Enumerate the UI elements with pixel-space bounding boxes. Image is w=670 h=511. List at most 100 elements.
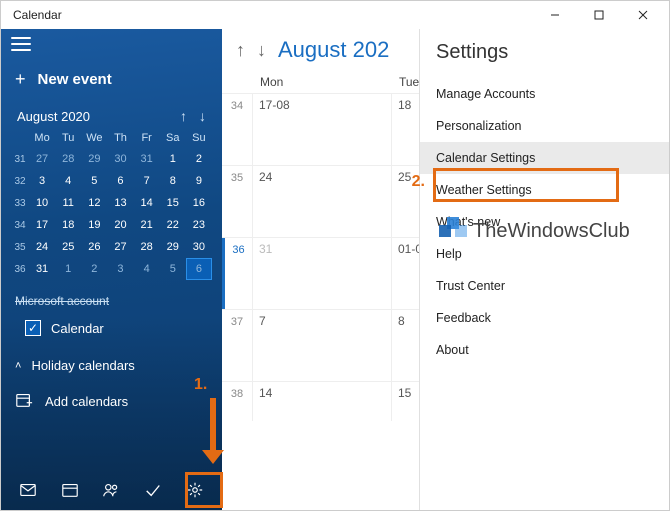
mini-day-cell[interactable]: 3 bbox=[107, 258, 133, 280]
calendar-day-cell[interactable]: 31 bbox=[252, 238, 391, 309]
settings-item[interactable]: Trust Center bbox=[436, 270, 653, 302]
title-bar: Calendar bbox=[1, 1, 669, 29]
mini-day-cell[interactable]: 13 bbox=[107, 192, 133, 214]
mini-day-cell[interactable]: 2 bbox=[81, 258, 107, 280]
settings-item[interactable]: Personalization bbox=[436, 110, 653, 142]
calendar-column-header: Mon bbox=[252, 71, 391, 93]
mini-week-row: 3417181920212223 bbox=[11, 214, 212, 236]
maximize-button[interactable] bbox=[577, 1, 621, 29]
mail-icon[interactable] bbox=[11, 473, 45, 507]
settings-item[interactable]: About bbox=[436, 334, 653, 366]
mini-day-cell[interactable]: 5 bbox=[160, 258, 186, 280]
mini-day-cell[interactable]: 24 bbox=[29, 236, 55, 258]
add-calendars-button[interactable]: Add calendars bbox=[1, 383, 222, 420]
calendar-week-number: 36 bbox=[222, 238, 252, 309]
calendar-day-cell[interactable]: 7 bbox=[252, 310, 391, 381]
calendar-week-number: 38 bbox=[222, 382, 252, 421]
mini-dow: Su bbox=[186, 132, 212, 144]
mini-day-cell[interactable]: 2 bbox=[186, 148, 212, 170]
mini-day-cell[interactable]: 6 bbox=[186, 258, 212, 280]
mini-day-cell[interactable]: 31 bbox=[134, 148, 160, 170]
mini-day-cell[interactable]: 1 bbox=[55, 258, 81, 280]
hamburger-icon[interactable] bbox=[11, 37, 31, 51]
mini-day-cell[interactable]: 6 bbox=[107, 170, 133, 192]
mini-day-cell[interactable]: 1 bbox=[160, 148, 186, 170]
calendar-day-cell[interactable]: 17-08 bbox=[252, 94, 391, 165]
mini-next-month-icon[interactable]: ↓ bbox=[199, 108, 206, 124]
mini-day-cell[interactable]: 31 bbox=[29, 258, 55, 280]
mini-day-cell[interactable]: 4 bbox=[134, 258, 160, 280]
calendar-checkbox-row[interactable]: ✓ Calendar bbox=[1, 316, 222, 340]
holiday-calendars-label: Holiday calendars bbox=[31, 358, 134, 373]
mini-week-number: 36 bbox=[11, 258, 29, 280]
mini-day-cell[interactable]: 12 bbox=[81, 192, 107, 214]
new-event-button[interactable]: + New event bbox=[1, 59, 222, 100]
sidebar: + New event August 2020 ↑ ↓ MoTuWeThFrSa… bbox=[1, 29, 222, 510]
mini-week-row: 3631123456 bbox=[11, 258, 212, 280]
mini-day-cell[interactable]: 16 bbox=[186, 192, 212, 214]
calendar-day-cell[interactable]: 14 bbox=[252, 382, 391, 421]
settings-item[interactable]: Feedback bbox=[436, 302, 653, 334]
mini-day-cell[interactable]: 30 bbox=[186, 236, 212, 258]
mini-day-cell[interactable]: 3 bbox=[29, 170, 55, 192]
mini-day-cell[interactable]: 9 bbox=[186, 170, 212, 192]
mini-dow: Th bbox=[107, 132, 133, 144]
mini-calendar: August 2020 ↑ ↓ MoTuWeThFrSaSu 312728293… bbox=[1, 100, 222, 286]
mini-day-cell[interactable]: 29 bbox=[81, 148, 107, 170]
mini-day-cell[interactable]: 21 bbox=[134, 214, 160, 236]
mini-day-cell[interactable]: 8 bbox=[160, 170, 186, 192]
mini-day-cell[interactable]: 23 bbox=[186, 214, 212, 236]
mini-day-cell[interactable]: 27 bbox=[107, 236, 133, 258]
mini-dow-header: MoTuWeThFrSaSu bbox=[29, 128, 212, 148]
mini-day-cell[interactable]: 27 bbox=[29, 148, 55, 170]
mini-day-cell[interactable]: 28 bbox=[55, 148, 81, 170]
mini-week-number: 32 bbox=[11, 170, 29, 192]
close-button[interactable] bbox=[621, 1, 665, 29]
calendar-day-cell[interactable]: 24 bbox=[252, 166, 391, 237]
mini-dow: We bbox=[81, 132, 107, 144]
mini-day-cell[interactable]: 28 bbox=[134, 236, 160, 258]
mini-day-cell[interactable]: 5 bbox=[81, 170, 107, 192]
mini-day-cell[interactable]: 10 bbox=[29, 192, 55, 214]
mini-day-cell[interactable]: 7 bbox=[134, 170, 160, 192]
holiday-calendars-toggle[interactable]: ˄ Holiday calendars bbox=[1, 348, 222, 383]
mini-day-cell[interactable]: 22 bbox=[160, 214, 186, 236]
mini-month-label[interactable]: August 2020 bbox=[17, 109, 90, 124]
people-icon[interactable] bbox=[94, 473, 128, 507]
watermark-text: TheWindowsClub bbox=[473, 220, 630, 243]
mini-week-number: 31 bbox=[11, 148, 29, 170]
settings-item[interactable]: Manage Accounts bbox=[436, 78, 653, 110]
mini-day-cell[interactable]: 15 bbox=[160, 192, 186, 214]
mini-prev-month-icon[interactable]: ↑ bbox=[180, 108, 187, 124]
mini-day-cell[interactable]: 30 bbox=[107, 148, 133, 170]
account-label: Microsoft account bbox=[15, 294, 109, 308]
mini-day-cell[interactable]: 14 bbox=[134, 192, 160, 214]
mini-week-row: 323456789 bbox=[11, 170, 212, 192]
window-title: Calendar bbox=[13, 8, 62, 22]
calendar-icon[interactable] bbox=[53, 473, 87, 507]
mini-day-cell[interactable]: 17 bbox=[29, 214, 55, 236]
main-month-label[interactable]: August 202 bbox=[278, 37, 389, 63]
calendar-week-number: 34 bbox=[222, 94, 252, 165]
mini-dow: Tu bbox=[55, 132, 81, 144]
mini-day-cell[interactable]: 29 bbox=[160, 236, 186, 258]
annotation-number-1: 1. bbox=[194, 376, 207, 394]
calendar-week-number: 37 bbox=[222, 310, 252, 381]
chevron-up-icon: ˄ bbox=[15, 360, 21, 372]
mini-day-cell[interactable]: 19 bbox=[81, 214, 107, 236]
watermark-logo-icon bbox=[439, 217, 467, 245]
mini-day-cell[interactable]: 4 bbox=[55, 170, 81, 192]
minimize-button[interactable] bbox=[533, 1, 577, 29]
checkbox-checked-icon: ✓ bbox=[25, 320, 41, 336]
add-calendars-label: Add calendars bbox=[45, 394, 128, 409]
mini-day-cell[interactable]: 20 bbox=[107, 214, 133, 236]
todo-icon[interactable] bbox=[136, 473, 170, 507]
mini-day-cell[interactable]: 26 bbox=[81, 236, 107, 258]
mini-day-cell[interactable]: 11 bbox=[55, 192, 81, 214]
prev-period-icon[interactable]: ↑ bbox=[236, 40, 245, 61]
window-controls bbox=[533, 1, 665, 29]
next-period-icon[interactable]: ↓ bbox=[257, 40, 266, 61]
mini-dow: Fr bbox=[134, 132, 160, 144]
mini-day-cell[interactable]: 18 bbox=[55, 214, 81, 236]
mini-day-cell[interactable]: 25 bbox=[55, 236, 81, 258]
